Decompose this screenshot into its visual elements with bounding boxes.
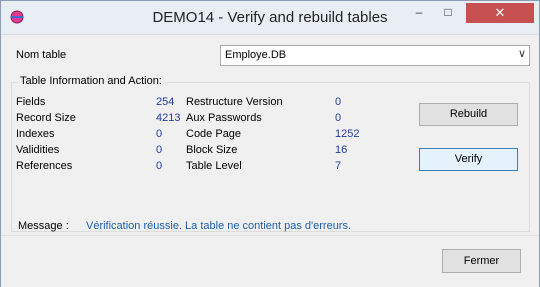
record-size-value: 4213 — [156, 112, 181, 124]
dialog-window: DEMO14 - Verify and rebuild tables – □ ✕… — [0, 0, 540, 287]
fields-label: Fields — [16, 96, 46, 108]
table-select-label: Nom table — [16, 49, 67, 61]
validities-value: 0 — [156, 144, 163, 156]
restructure-version-value: 0 — [335, 96, 342, 108]
record-size-label: Record Size — [16, 112, 76, 124]
fields-value: 254 — [156, 96, 175, 108]
code-page-value: 1252 — [335, 128, 360, 140]
code-page-label: Code Page — [186, 128, 242, 140]
verify-button[interactable]: Verify — [419, 148, 518, 171]
references-value: 0 — [156, 160, 163, 172]
restructure-version-label: Restructure Version — [186, 96, 283, 108]
indexes-label: Indexes — [16, 128, 55, 140]
dialog-content: Nom table Employe.DB ∨ Table Information… — [9, 35, 531, 234]
block-size-label: Block Size — [186, 144, 238, 156]
table-select-value: Employe.DB — [225, 49, 287, 61]
maximize-button[interactable]: □ — [436, 3, 460, 23]
table-level-label: Table Level — [186, 160, 242, 172]
aux-passwords-value: 0 — [335, 112, 342, 124]
block-size-value: 16 — [335, 144, 348, 156]
close-button[interactable]: Fermer — [442, 249, 521, 273]
chevron-down-icon[interactable]: ∨ — [518, 47, 526, 60]
table-select[interactable]: Employe.DB ∨ — [220, 45, 530, 66]
group-title: Table Information and Action: — [18, 75, 164, 87]
aux-passwords-label: Aux Passwords — [186, 112, 262, 124]
references-label: References — [16, 160, 73, 172]
title-bar[interactable]: DEMO14 - Verify and rebuild tables – □ ✕ — [1, 1, 539, 35]
close-window-button[interactable]: ✕ — [466, 3, 534, 23]
indexes-value: 0 — [156, 128, 163, 140]
message-text: Vérification réussie. La table ne contie… — [86, 220, 352, 232]
minimize-button[interactable]: – — [407, 3, 431, 23]
table-level-value: 7 — [335, 160, 342, 172]
validities-label: Validities — [16, 144, 60, 156]
dialog-footer: Fermer — [1, 235, 539, 287]
rebuild-button[interactable]: Rebuild — [419, 103, 518, 126]
message-label: Message : — [18, 220, 69, 232]
